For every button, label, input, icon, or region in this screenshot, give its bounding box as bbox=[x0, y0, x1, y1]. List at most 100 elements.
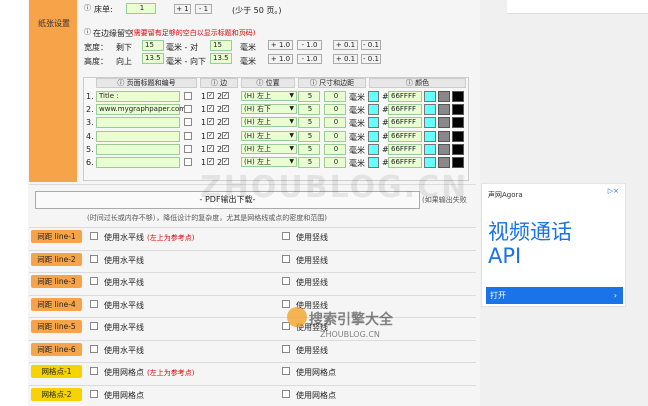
spacing-tab[interactable]: 间距 line-3 bbox=[31, 275, 82, 288]
vertical-checkbox[interactable] bbox=[282, 367, 290, 375]
spacing-tab[interactable]: 间距 line-1 bbox=[31, 230, 82, 243]
margin-input[interactable]: 0 bbox=[324, 157, 346, 168]
position-select[interactable]: (H) 左上 ▼ bbox=[241, 91, 297, 101]
position-select[interactable]: (H) 左上 ▼ bbox=[241, 143, 297, 154]
color-preset-cyan[interactable] bbox=[424, 130, 436, 142]
margin-w-plus01-button[interactable]: + 0.1 bbox=[333, 40, 358, 50]
color-preset-cyan[interactable] bbox=[424, 91, 436, 102]
edge-checkbox-2[interactable]: ✓ bbox=[222, 158, 229, 165]
position-select[interactable]: (H) 左上 ▼ bbox=[241, 117, 297, 128]
pages-input[interactable]: 1 bbox=[126, 3, 156, 14]
row-title-checkbox[interactable] bbox=[184, 158, 192, 166]
spacing-tab[interactable]: 间距 line-5 bbox=[31, 320, 82, 333]
margin-input[interactable]: 0 bbox=[324, 91, 346, 102]
row-title-input[interactable] bbox=[96, 157, 180, 168]
color-swatch[interactable] bbox=[368, 157, 379, 168]
color-preset-cyan[interactable] bbox=[424, 157, 436, 168]
color-preset-gray[interactable] bbox=[438, 143, 450, 155]
edge-checkbox-1[interactable]: ✓ bbox=[207, 131, 214, 139]
edge-checkbox-2[interactable]: ✓ bbox=[222, 105, 229, 113]
help-icon[interactable]: ⓘ bbox=[84, 27, 91, 37]
row-title-checkbox[interactable] bbox=[184, 144, 192, 153]
ad-banner[interactable]: 声网Agora ▷× 视频通话 API 打开 › bbox=[481, 183, 626, 307]
vertical-checkbox[interactable] bbox=[282, 254, 290, 263]
color-preset-cyan[interactable] bbox=[424, 104, 436, 116]
margin-h-plus01-button[interactable]: + 0.1 bbox=[333, 54, 358, 64]
help-icon[interactable]: ⓘ bbox=[84, 3, 91, 13]
spacing-tab[interactable]: 网格点-2 bbox=[31, 387, 82, 401]
horizontal-checkbox[interactable] bbox=[90, 254, 98, 263]
color-preset-gray[interactable] bbox=[438, 117, 450, 129]
right-margin-input[interactable]: 15 bbox=[210, 40, 232, 51]
color-preset-black[interactable] bbox=[452, 104, 464, 116]
row-title-checkbox[interactable] bbox=[184, 105, 192, 114]
pages-minus-button[interactable]: - 1 bbox=[195, 4, 212, 14]
pages-plus-button[interactable]: + 1 bbox=[174, 4, 191, 14]
horizontal-checkbox[interactable] bbox=[90, 344, 98, 353]
left-margin-input[interactable]: 15 bbox=[142, 40, 164, 51]
color-input[interactable]: 66FFFF bbox=[388, 104, 422, 116]
spacing-tab[interactable]: 间距 line-6 bbox=[31, 342, 82, 356]
margin-w-minus01-button[interactable]: - 0.1 bbox=[361, 40, 381, 50]
ad-choices-icon[interactable]: ▷× bbox=[608, 187, 619, 195]
top-margin-input[interactable]: 13.5 bbox=[142, 53, 164, 64]
size-input[interactable]: 5 bbox=[298, 91, 320, 102]
margin-h-minus1-button[interactable]: - 1.0 bbox=[297, 54, 322, 64]
size-input[interactable]: 5 bbox=[298, 157, 320, 168]
edge-checkbox-1[interactable]: ✓ bbox=[207, 118, 214, 126]
row-title-checkbox[interactable] bbox=[184, 118, 192, 127]
row-title-input[interactable] bbox=[96, 117, 180, 129]
horizontal-checkbox[interactable] bbox=[90, 322, 98, 330]
horizontal-checkbox[interactable] bbox=[90, 389, 98, 398]
row-title-checkbox[interactable] bbox=[184, 92, 192, 100]
color-preset-gray[interactable] bbox=[438, 91, 450, 102]
color-input[interactable]: 66FFFF bbox=[388, 130, 422, 142]
color-swatch[interactable] bbox=[368, 91, 379, 102]
color-preset-gray[interactable] bbox=[438, 130, 450, 142]
edge-checkbox-2[interactable]: ✓ bbox=[222, 144, 229, 152]
row-title-input[interactable]: www.mygraphpaper.com bbox=[96, 104, 186, 116]
row-title-input[interactable] bbox=[96, 143, 180, 155]
edge-checkbox-2[interactable]: ✓ bbox=[222, 131, 229, 139]
row-title-input[interactable]: Title : bbox=[96, 91, 180, 102]
spacing-tab[interactable]: 间距 line-2 bbox=[31, 252, 82, 266]
color-input[interactable]: 66FFFF bbox=[388, 117, 422, 129]
row-title-input[interactable] bbox=[96, 130, 180, 142]
margin-input[interactable]: 0 bbox=[324, 117, 346, 129]
color-preset-cyan[interactable] bbox=[424, 143, 436, 155]
margin-h-minus01-button[interactable]: - 0.1 bbox=[361, 54, 381, 64]
vertical-checkbox[interactable] bbox=[282, 299, 290, 308]
color-preset-black[interactable] bbox=[452, 143, 464, 155]
vertical-checkbox[interactable] bbox=[282, 344, 290, 353]
color-swatch[interactable] bbox=[368, 143, 379, 155]
spacing-tab[interactable]: 网格点-1 bbox=[31, 365, 82, 378]
margin-input[interactable]: 0 bbox=[324, 130, 346, 142]
color-preset-gray[interactable] bbox=[438, 157, 450, 168]
ad-open-button[interactable]: 打开 › bbox=[486, 287, 623, 304]
position-select[interactable]: (H) 右下 ▼ bbox=[241, 104, 297, 115]
margin-input[interactable]: 0 bbox=[324, 104, 346, 116]
color-preset-gray[interactable] bbox=[438, 104, 450, 116]
bottom-margin-input[interactable]: 13.5 bbox=[210, 53, 232, 64]
margin-input[interactable]: 0 bbox=[324, 143, 346, 155]
margin-w-plus1-button[interactable]: + 1.0 bbox=[268, 40, 293, 50]
size-input[interactable]: 5 bbox=[298, 130, 320, 142]
size-input[interactable]: 5 bbox=[298, 117, 320, 129]
color-preset-black[interactable] bbox=[452, 157, 464, 168]
size-input[interactable]: 5 bbox=[298, 143, 320, 155]
position-select[interactable]: (H) 左上 ▼ bbox=[241, 130, 297, 141]
color-preset-black[interactable] bbox=[452, 117, 464, 129]
color-input[interactable]: 66FFFF bbox=[388, 91, 422, 102]
color-swatch[interactable] bbox=[368, 130, 379, 142]
vertical-checkbox[interactable] bbox=[282, 389, 290, 398]
edge-checkbox-2[interactable]: ✓ bbox=[222, 92, 229, 99]
margin-w-minus1-button[interactable]: - 1.0 bbox=[297, 40, 322, 50]
horizontal-checkbox[interactable] bbox=[90, 232, 98, 240]
vertical-checkbox[interactable] bbox=[282, 277, 290, 285]
horizontal-checkbox[interactable] bbox=[90, 277, 98, 285]
margin-h-plus1-button[interactable]: + 1.0 bbox=[268, 54, 293, 64]
color-input[interactable]: 66FFFF bbox=[388, 143, 422, 155]
edge-checkbox-1[interactable]: ✓ bbox=[207, 144, 214, 152]
color-swatch[interactable] bbox=[368, 104, 379, 116]
edge-checkbox-1[interactable]: ✓ bbox=[207, 105, 214, 113]
